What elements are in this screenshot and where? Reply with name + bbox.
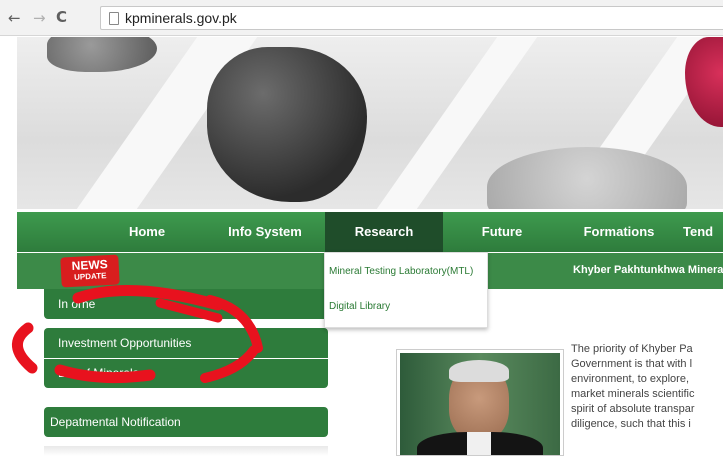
rock-image: [47, 37, 157, 72]
address-bar[interactable]: kpminerals.gov.pk: [100, 6, 723, 30]
chief-minister-photo: [396, 349, 564, 456]
rock-image: [685, 37, 723, 127]
main-menu: Home Info System Research Future Formati…: [17, 212, 723, 252]
side-item-departmental-notification[interactable]: Depatmental Notification: [44, 407, 328, 437]
menu-research[interactable]: Research: [325, 212, 443, 252]
header-banner: [17, 37, 723, 209]
side-item-investment-opportunities[interactable]: Investment Opportunities: [44, 328, 328, 358]
intro-line: environment, to explore,: [571, 373, 690, 385]
page-icon: [109, 12, 119, 25]
rock-image: [487, 147, 687, 209]
news-ticker[interactable]: Khyber Pakhtunkhwa Mineral: [573, 264, 723, 276]
news-badge-bottom: UPDATE: [73, 271, 107, 282]
back-button[interactable]: ←: [8, 9, 21, 27]
side-item-label: Depatmental Notification: [50, 415, 181, 429]
side-item-label: In orne: [58, 297, 96, 311]
menu-tenders[interactable]: Tend: [683, 212, 723, 252]
news-update-badge: NEWS UPDATE: [60, 254, 120, 288]
intro-line: diligence, such that this i: [571, 418, 691, 430]
intro-paragraph: The priority of Khyber Pa Government is …: [571, 342, 723, 432]
browser-toolbar: ← → C kpminerals.gov.pk: [0, 0, 723, 36]
research-dropdown: Mineral Testing Laboratory(MTL) Digital …: [324, 252, 488, 328]
side-item-list-of-minerals[interactable]: List of Minerals: [44, 359, 328, 388]
intro-line: market minerals scientific: [571, 388, 695, 400]
dropdown-item-mtl[interactable]: Mineral Testing Laboratory(MTL): [329, 266, 473, 277]
side-item-label: List of Minerals: [58, 366, 139, 380]
intro-line: The priority of Khyber Pa: [571, 343, 693, 355]
menu-future[interactable]: Future: [457, 212, 547, 252]
side-separator: [44, 446, 328, 456]
side-item-investor-corner[interactable]: In orne: [44, 289, 328, 319]
rock-image: [207, 47, 367, 202]
menu-home[interactable]: Home: [99, 212, 195, 252]
reload-button[interactable]: C: [56, 8, 67, 26]
dropdown-item-digital-library[interactable]: Digital Library: [329, 301, 390, 312]
intro-line: Government is that with l: [571, 358, 693, 370]
menu-formations[interactable]: Formations: [569, 212, 669, 252]
menu-info-system[interactable]: Info System: [217, 212, 313, 252]
side-item-label: Investment Opportunities: [58, 336, 192, 350]
url-text: kpminerals.gov.pk: [125, 10, 237, 26]
intro-line: spirit of absolute transpar: [571, 403, 695, 415]
forward-button[interactable]: →: [33, 9, 46, 27]
